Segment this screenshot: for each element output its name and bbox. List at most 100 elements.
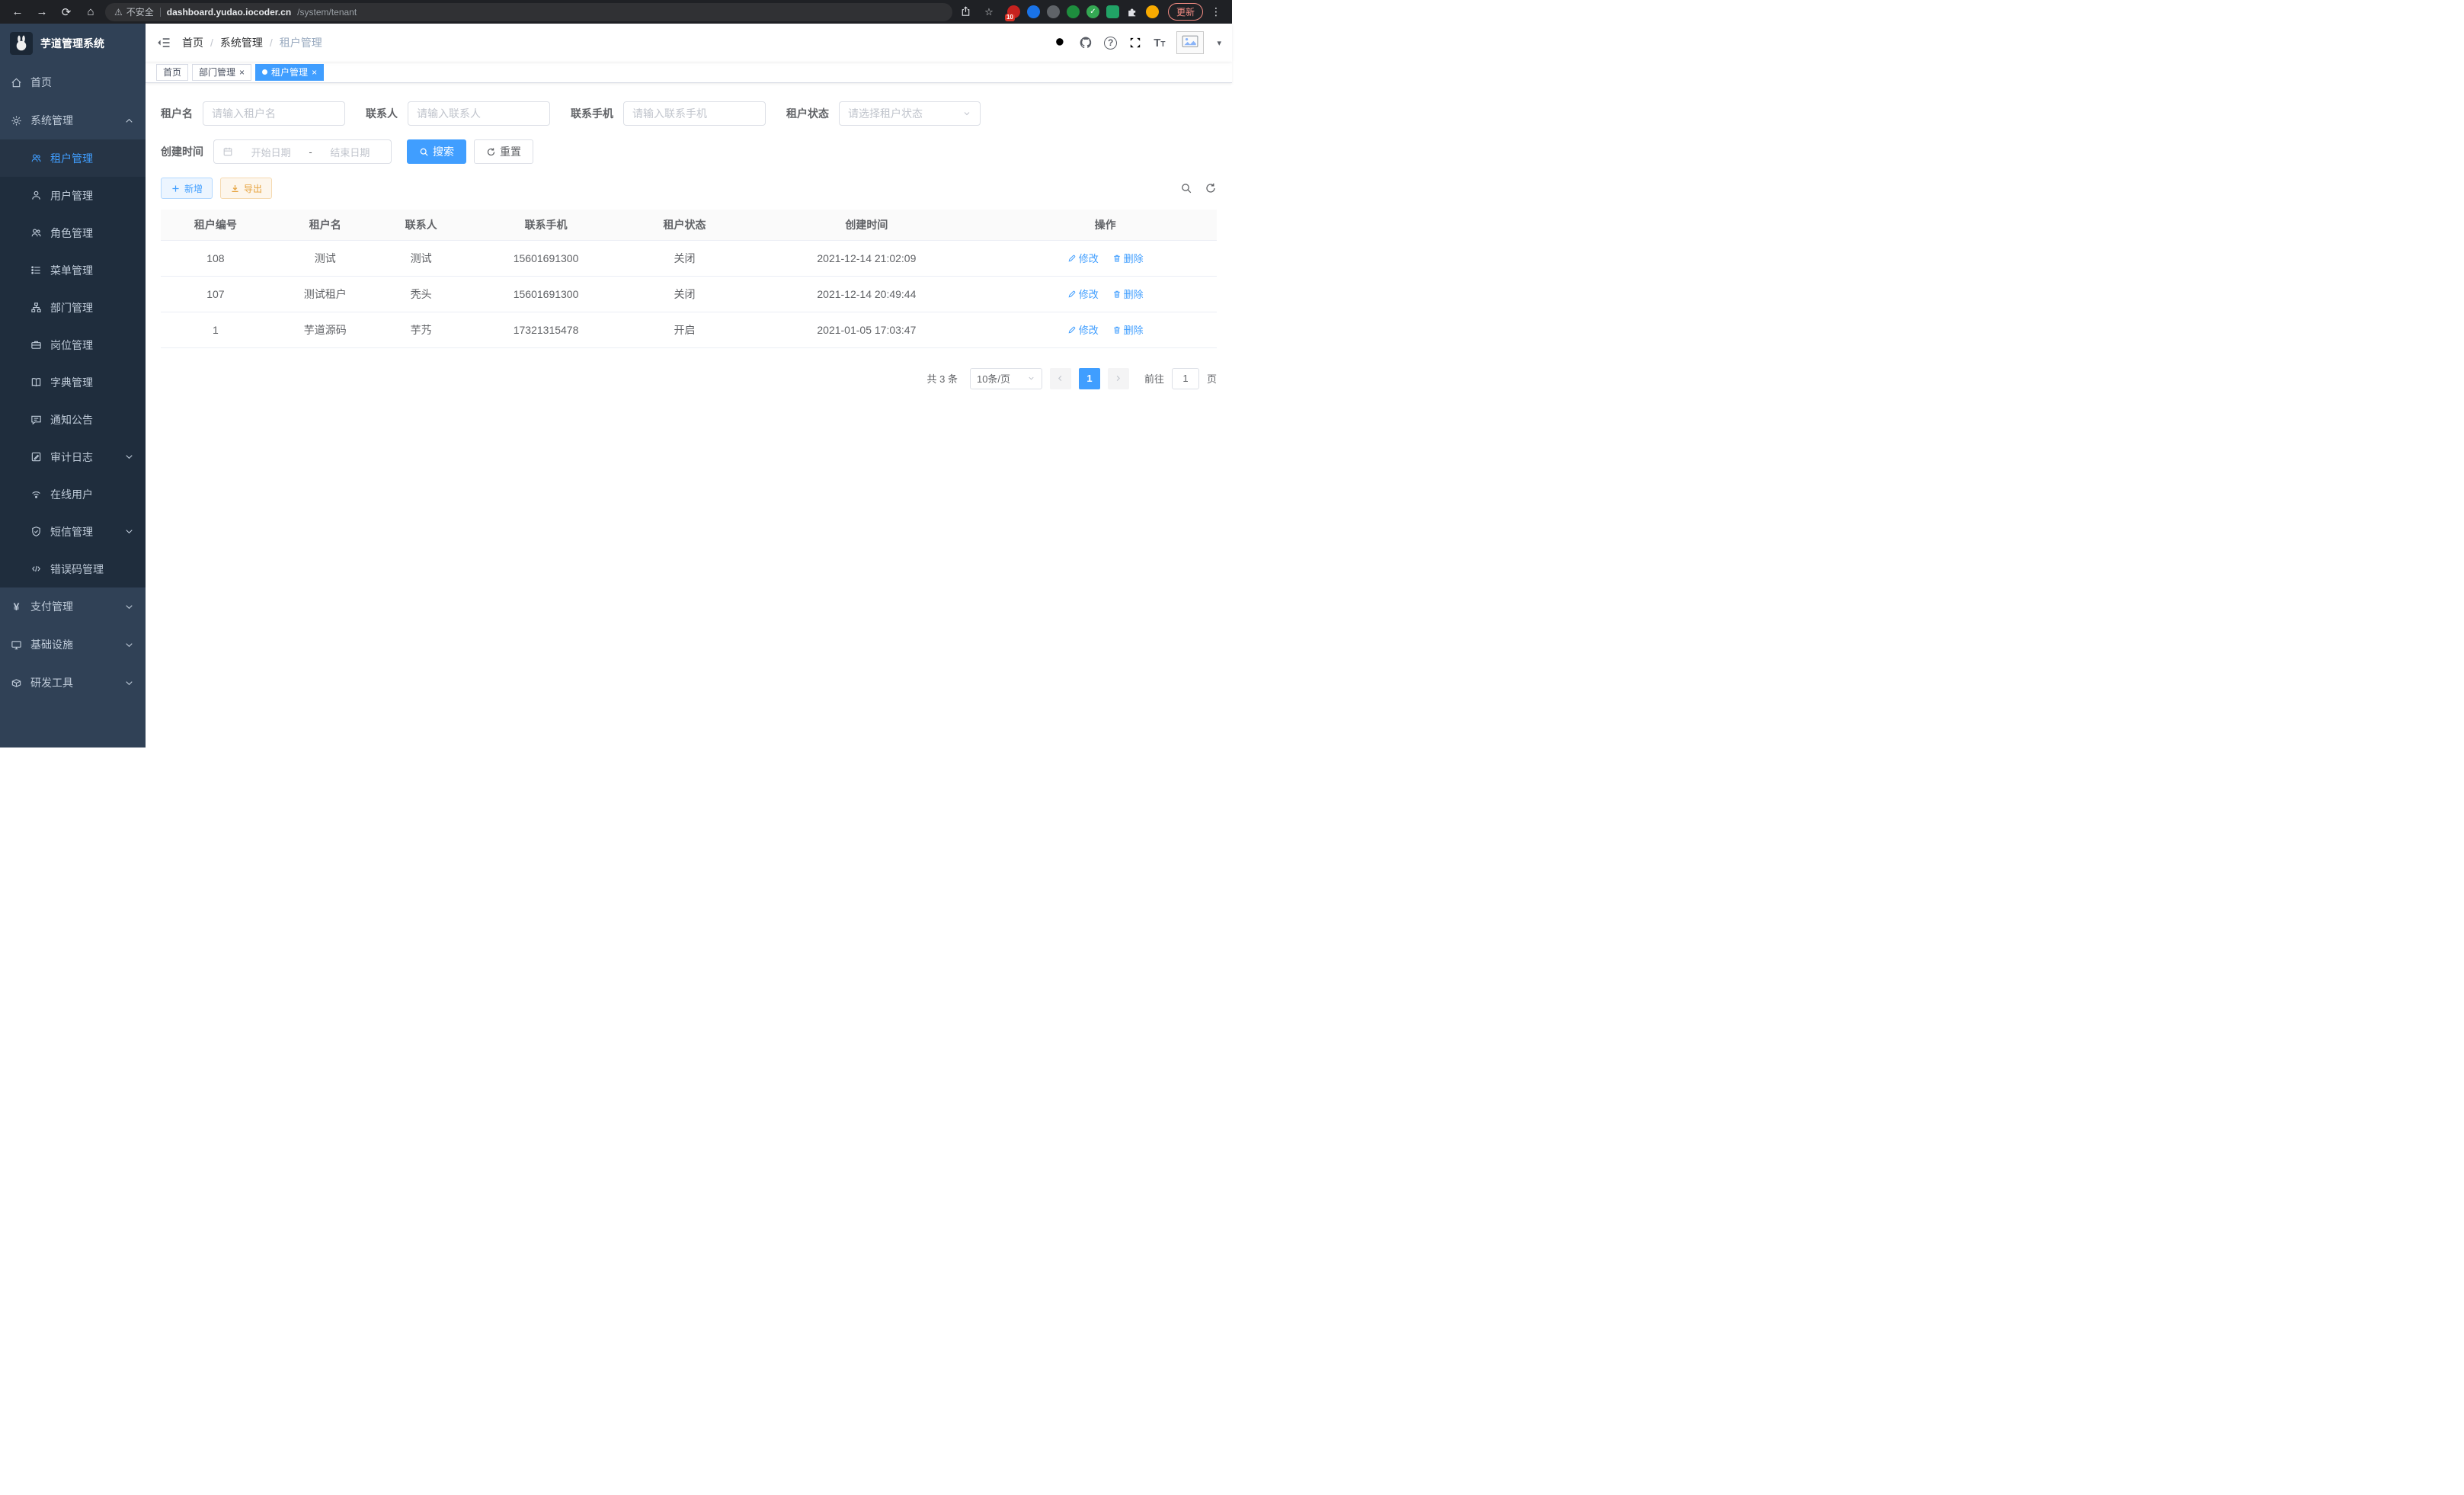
sidebar-item-label: 研发工具 (30, 675, 73, 690)
fullscreen-icon[interactable] (1128, 36, 1142, 50)
sidebar-item-tenant-management[interactable]: 租户管理 (0, 139, 146, 177)
app-logo[interactable]: 芋道管理系统 (0, 24, 146, 63)
search-button[interactable]: 搜索 (407, 139, 466, 164)
add-button[interactable]: 新增 (161, 178, 213, 199)
share-icon[interactable] (957, 5, 975, 19)
url-path[interactable]: /system/tenant (297, 7, 357, 18)
contact-input[interactable] (417, 107, 541, 120)
status-select-placeholder: 请选择租户状态 (848, 106, 923, 121)
refresh-table-icon[interactable] (1205, 182, 1217, 194)
extension-icon-blue[interactable] (1027, 5, 1040, 18)
search-button-label: 搜索 (433, 144, 454, 159)
security-warning-label[interactable]: 不安全 (126, 5, 154, 18)
sidebar-item-dev-tools[interactable]: 研发工具 (0, 664, 146, 702)
sidebar-item-menu-management[interactable]: 菜单管理 (0, 251, 146, 289)
cell-tenant-id: 107 (161, 276, 270, 312)
sidebar-item-audit-log[interactable]: 审计日志 (0, 438, 146, 475)
user-avatar[interactable] (1176, 31, 1204, 54)
page-size-select[interactable]: 10条/页 (970, 368, 1042, 389)
delete-link[interactable]: 删除 (1112, 322, 1144, 337)
sidebar-fold-icon[interactable] (156, 35, 171, 50)
sidebar-item-system-management[interactable]: 系统管理 (0, 101, 146, 139)
extensions-puzzle-icon[interactable] (1126, 5, 1139, 18)
tab-tenant-management[interactable]: 租户管理 × (255, 64, 324, 81)
sidebar-item-role-management[interactable]: 角色管理 (0, 214, 146, 251)
reset-button[interactable]: 重置 (474, 139, 533, 164)
breadcrumb-current: 租户管理 (280, 35, 322, 50)
extension-icon-with-badge[interactable]: 10 (1007, 5, 1020, 18)
browser-home-button[interactable]: ⌂ (81, 2, 101, 22)
export-button[interactable]: 导出 (220, 178, 272, 199)
url-domain[interactable]: dashboard.yudao.iocoder.cn (167, 7, 291, 18)
browser-profile-avatar[interactable] (1146, 5, 1159, 18)
browser-back-button[interactable]: ← (8, 2, 27, 22)
header-search-icon[interactable] (1054, 36, 1067, 50)
filter-contact: 联系人 (366, 101, 550, 126)
avatar-caret-down-icon[interactable]: ▾ (1217, 38, 1221, 48)
help-icon[interactable]: ? (1104, 37, 1117, 50)
home-icon (11, 77, 22, 88)
page-content: 租户名 联系人 联系手机 租户状态 请选择租户状态 (146, 83, 1232, 748)
status-select[interactable]: 请选择租户状态 (839, 101, 981, 126)
sidebar-item-sms-management[interactable]: 短信管理 (0, 513, 146, 550)
dictionary-icon (30, 376, 42, 388)
delete-link[interactable]: 删除 (1112, 251, 1144, 265)
sidebar-item-dict-management[interactable]: 字典管理 (0, 363, 146, 401)
trash-icon (1112, 254, 1122, 263)
sidebar-item-notice-announcement[interactable]: 通知公告 (0, 401, 146, 438)
user-icon (30, 190, 42, 201)
cell-status: 关闭 (630, 240, 740, 276)
edit-link[interactable]: 修改 (1067, 322, 1099, 337)
column-header-name: 租户名 (270, 210, 380, 240)
extension-icon-green-check[interactable]: ✓ (1086, 5, 1099, 18)
audit-log-icon (30, 451, 42, 463)
tenants-icon (30, 152, 42, 164)
breadcrumb-system[interactable]: 系统管理 (220, 35, 263, 50)
sidebar-item-user-management[interactable]: 用户管理 (0, 177, 146, 214)
prev-page-button[interactable] (1050, 368, 1071, 389)
browser-reload-button[interactable]: ⟳ (56, 2, 76, 22)
extension-icon-dark-green[interactable] (1067, 5, 1080, 18)
phone-input[interactable] (632, 107, 757, 120)
tab-close-icon[interactable]: × (312, 68, 317, 77)
end-date-placeholder: 结束日期 (318, 145, 382, 159)
chevron-down-icon (962, 109, 971, 118)
chrome-menu-icon[interactable]: ⋮ (1208, 5, 1224, 18)
bookmark-star-icon[interactable]: ☆ (980, 6, 998, 18)
extension-icon-green-square[interactable] (1106, 5, 1119, 18)
toolbox-icon (11, 677, 22, 689)
refresh-icon (486, 147, 496, 157)
warning-icon: ⚠ (114, 7, 123, 18)
chevron-down-icon (1027, 374, 1035, 383)
goto-page-input[interactable] (1172, 368, 1199, 389)
delete-link[interactable]: 删除 (1112, 287, 1144, 301)
address-bar[interactable]: ⚠ 不安全 dashboard.yudao.iocoder.cn/system/… (105, 3, 952, 21)
extension-icon-gray[interactable] (1047, 5, 1060, 18)
sidebar-item-online-users[interactable]: 在线用户 (0, 475, 146, 513)
breadcrumb-home[interactable]: 首页 (182, 35, 203, 50)
tab-close-icon[interactable]: × (239, 68, 245, 77)
edit-link[interactable]: 修改 (1067, 287, 1099, 301)
sidebar-item-infrastructure[interactable]: 基础设施 (0, 626, 146, 664)
date-range-picker[interactable]: 开始日期 - 结束日期 (213, 139, 392, 164)
sidebar-item-post-management[interactable]: 岗位管理 (0, 326, 146, 363)
sidebar-item-error-code-management[interactable]: 错误码管理 (0, 550, 146, 587)
edit-link[interactable]: 修改 (1067, 251, 1099, 265)
current-page-button[interactable]: 1 (1079, 368, 1100, 389)
chrome-update-button[interactable]: 更新 (1168, 3, 1203, 21)
browser-forward-button[interactable]: → (32, 2, 52, 22)
next-page-button[interactable] (1108, 368, 1129, 389)
sidebar-item-label: 系统管理 (30, 113, 73, 128)
trash-icon (1112, 325, 1122, 335)
sidebar-item-department-management[interactable]: 部门管理 (0, 289, 146, 326)
pagination: 共 3 条 10条/页 1 前往 页 (161, 368, 1217, 389)
sidebar-item-home[interactable]: 首页 (0, 63, 146, 101)
toggle-search-icon[interactable] (1180, 182, 1192, 194)
tenant-name-input[interactable] (212, 107, 336, 120)
tab-department-management[interactable]: 部门管理 × (192, 64, 251, 81)
github-icon[interactable] (1079, 36, 1093, 50)
font-size-icon[interactable]: TT (1154, 37, 1165, 50)
sidebar-item-label: 审计日志 (50, 450, 93, 465)
sidebar-item-payment-management[interactable]: ¥ 支付管理 (0, 587, 146, 626)
tab-home[interactable]: 首页 (156, 64, 188, 81)
